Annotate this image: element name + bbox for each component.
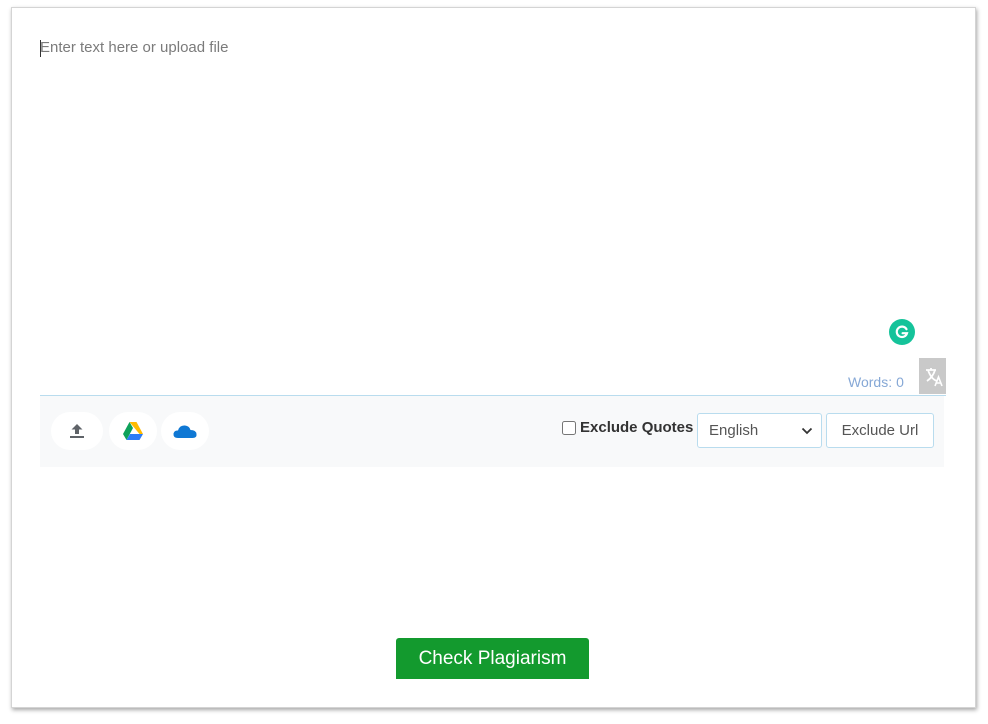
text-editor-area: Words:0	[40, 37, 946, 396]
google-drive-button[interactable]	[109, 412, 157, 450]
exclude-url-label: Exclude Url	[841, 422, 919, 439]
chevron-down-icon	[801, 427, 813, 434]
words-count: 0	[896, 374, 904, 390]
exclude-url-button[interactable]: Exclude Url	[826, 413, 934, 448]
check-plagiarism-button[interactable]: Check Plagiarism	[396, 638, 589, 679]
language-selected-value: English	[709, 422, 759, 439]
word-counter: Words: 0	[848, 374, 904, 390]
check-plagiarism-label: Check Plagiarism	[418, 647, 567, 669]
text-input[interactable]	[40, 37, 900, 319]
editor-toolbar: Exclude Quotes English Exclude Url	[40, 396, 944, 467]
translate-icon[interactable]	[919, 358, 946, 394]
grammarly-g-glyph	[895, 325, 909, 339]
exclude-quotes-option[interactable]: Exclude Quotes	[562, 419, 693, 436]
language-select[interactable]: English	[697, 413, 822, 448]
upload-file-button[interactable]	[51, 412, 103, 450]
exclude-quotes-checkbox[interactable]	[562, 420, 576, 435]
words-label: Words:	[848, 374, 893, 390]
grammarly-icon[interactable]	[889, 319, 915, 345]
onedrive-button[interactable]	[161, 412, 209, 450]
onedrive-icon	[173, 425, 197, 438]
translate-glyph	[925, 368, 943, 387]
upload-icon	[70, 424, 84, 438]
text-cursor	[40, 40, 41, 57]
google-drive-icon	[123, 422, 143, 440]
exclude-quotes-label: Exclude Quotes	[580, 419, 694, 436]
